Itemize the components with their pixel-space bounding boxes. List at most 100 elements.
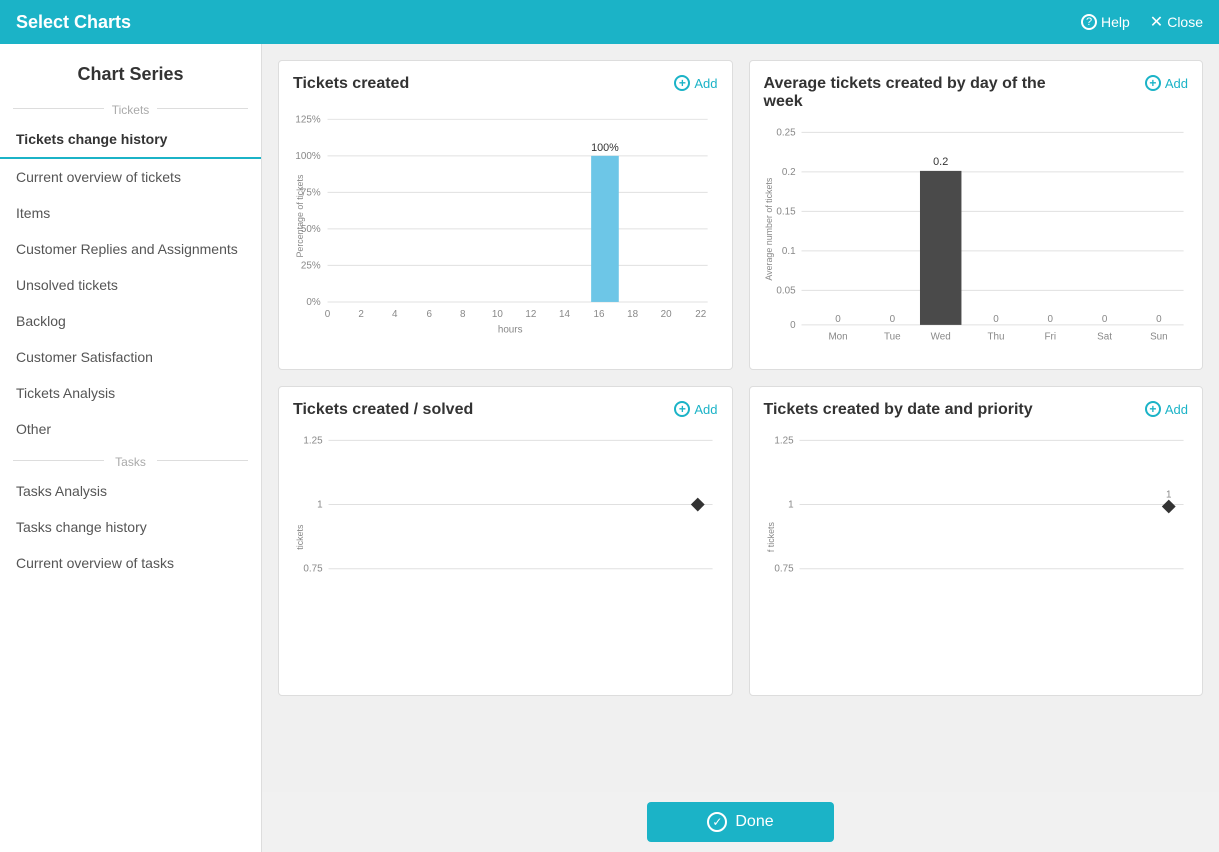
svg-text:0.1: 0.1: [781, 246, 795, 257]
chart-by-priority: Tickets created by date and priority + A…: [749, 386, 1204, 696]
add-btn-1[interactable]: + Add: [674, 75, 717, 91]
sidebar-item-backlog[interactable]: Backlog: [0, 303, 261, 339]
svg-text:4: 4: [392, 309, 398, 320]
chart-area-2: 0.25 0.2 0.15 0.1 0.05 0: [764, 119, 1189, 359]
svg-text:10: 10: [492, 309, 503, 320]
svg-text:0: 0: [325, 309, 331, 320]
svg-text:0: 0: [1047, 314, 1053, 325]
svg-text:0.05: 0.05: [776, 285, 796, 296]
svg-text:16: 16: [594, 309, 605, 320]
sidebar-item-tickets-change-history[interactable]: Tickets change history: [0, 121, 261, 159]
main-layout: Chart Series Tickets Tickets change hist…: [0, 44, 1219, 852]
svg-text:2: 2: [358, 309, 363, 320]
svg-text:6: 6: [426, 309, 432, 320]
svg-text:1.25: 1.25: [774, 435, 794, 446]
close-icon: ✕: [1150, 12, 1163, 32]
content-area: Tickets created + Add 125% 100% 75% 50% …: [262, 44, 1219, 852]
svg-text:Average number of tickets: Average number of tickets: [763, 177, 773, 281]
svg-text:25%: 25%: [301, 260, 321, 271]
svg-text:12: 12: [525, 309, 536, 320]
svg-text:100%: 100%: [591, 142, 619, 154]
svg-text:8: 8: [460, 309, 466, 320]
sidebar-item-tasks-analysis[interactable]: Tasks Analysis: [0, 473, 261, 509]
svg-text:0%: 0%: [306, 297, 320, 308]
sidebar-item-items[interactable]: Items: [0, 195, 261, 231]
svg-text:0.15: 0.15: [776, 206, 796, 217]
sidebar-item-other[interactable]: Other: [0, 411, 261, 447]
help-button[interactable]: ? Help: [1081, 14, 1130, 30]
chart-area-4: 1.25 1 0.75 f tickets 1: [764, 427, 1189, 667]
chart-area-3: 1.25 1 0.75 tickets: [293, 427, 718, 667]
svg-text:Percentage of tickets: Percentage of tickets: [295, 174, 305, 257]
svg-text:1: 1: [788, 500, 793, 511]
done-button[interactable]: ✓ Done: [647, 802, 833, 842]
sidebar-item-tickets-analysis[interactable]: Tickets Analysis: [0, 375, 261, 411]
svg-text:18: 18: [627, 309, 638, 320]
add-circle-icon-2: +: [1145, 75, 1161, 91]
chart-title-2: Average tickets created by day of the we…: [764, 75, 1061, 111]
svg-text:20: 20: [661, 309, 672, 320]
svg-text:0: 0: [1101, 314, 1107, 325]
add-btn-3[interactable]: + Add: [674, 401, 717, 417]
chart-area-1: 125% 100% 75% 50% 25% 0%: [293, 101, 718, 341]
sidebar-item-unsolved[interactable]: Unsolved tickets: [0, 267, 261, 303]
sidebar-item-customer-replies[interactable]: Customer Replies and Assignments: [0, 231, 261, 267]
chart-header-1: Tickets created + Add: [293, 75, 718, 93]
svg-text:0: 0: [835, 314, 841, 325]
svg-text:1: 1: [317, 500, 322, 511]
svg-text:0: 0: [790, 320, 796, 331]
svg-text:100%: 100%: [295, 151, 320, 162]
add-btn-2[interactable]: + Add: [1145, 75, 1188, 91]
svg-text:0.75: 0.75: [774, 564, 794, 575]
svg-text:tickets: tickets: [295, 524, 305, 550]
svg-text:0.75: 0.75: [303, 564, 323, 575]
add-circle-icon-4: +: [1145, 401, 1161, 417]
header-title: Select Charts: [16, 12, 131, 33]
svg-text:22: 22: [695, 309, 706, 320]
chart-created-solved: Tickets created / solved + Add 1.25 1 0.…: [278, 386, 733, 696]
sidebar: Chart Series Tickets Tickets change hist…: [0, 44, 262, 852]
chart-title-1: Tickets created: [293, 75, 409, 93]
svg-text:Sat: Sat: [1097, 332, 1112, 343]
svg-text:0: 0: [1156, 314, 1162, 325]
chart-tickets-created: Tickets created + Add 125% 100% 75% 50% …: [278, 60, 733, 370]
chart-avg-day: Average tickets created by day of the we…: [749, 60, 1204, 370]
add-circle-icon-1: +: [674, 75, 690, 91]
chart-title-4: Tickets created by date and priority: [764, 401, 1033, 419]
done-bar: ✓ Done: [262, 792, 1219, 852]
svg-text:Tue: Tue: [884, 332, 901, 343]
svg-text:1.25: 1.25: [303, 435, 323, 446]
sidebar-section-tasks: Tasks: [0, 447, 261, 473]
chart-header-3: Tickets created / solved + Add: [293, 401, 718, 419]
close-button[interactable]: ✕ Close: [1150, 12, 1203, 32]
svg-text:Fri: Fri: [1044, 332, 1055, 343]
chart-header-4: Tickets created by date and priority + A…: [764, 401, 1189, 419]
sidebar-title: Chart Series: [0, 44, 261, 95]
help-icon: ?: [1081, 14, 1097, 30]
sidebar-item-current-overview-tasks[interactable]: Current overview of tasks: [0, 545, 261, 581]
sidebar-item-tasks-change-history[interactable]: Tasks change history: [0, 509, 261, 545]
chart-title-3: Tickets created / solved: [293, 401, 473, 419]
svg-text:0: 0: [993, 314, 999, 325]
svg-text:0.2: 0.2: [781, 167, 795, 178]
sidebar-item-customer-satisfaction[interactable]: Customer Satisfaction: [0, 339, 261, 375]
add-circle-icon-3: +: [674, 401, 690, 417]
sidebar-section-tickets: Tickets: [0, 95, 261, 121]
svg-text:0.2: 0.2: [933, 156, 948, 168]
svg-text:hours: hours: [498, 325, 523, 336]
chart-header-2: Average tickets created by day of the we…: [764, 75, 1189, 111]
svg-text:14: 14: [559, 309, 570, 320]
add-btn-4[interactable]: + Add: [1145, 401, 1188, 417]
sidebar-item-current-overview[interactable]: Current overview of tickets: [0, 159, 261, 195]
svg-text:0: 0: [889, 314, 895, 325]
header: Select Charts ? Help ✕ Close: [0, 0, 1219, 44]
svg-text:Wed: Wed: [930, 332, 950, 343]
done-icon: ✓: [707, 812, 727, 832]
svg-text:f tickets: f tickets: [765, 522, 775, 553]
svg-text:Mon: Mon: [828, 332, 847, 343]
svg-text:Sun: Sun: [1150, 332, 1168, 343]
svg-text:Thu: Thu: [987, 332, 1004, 343]
header-actions: ? Help ✕ Close: [1081, 12, 1203, 32]
charts-grid: Tickets created + Add 125% 100% 75% 50% …: [278, 60, 1203, 696]
svg-text:0.25: 0.25: [776, 127, 796, 138]
